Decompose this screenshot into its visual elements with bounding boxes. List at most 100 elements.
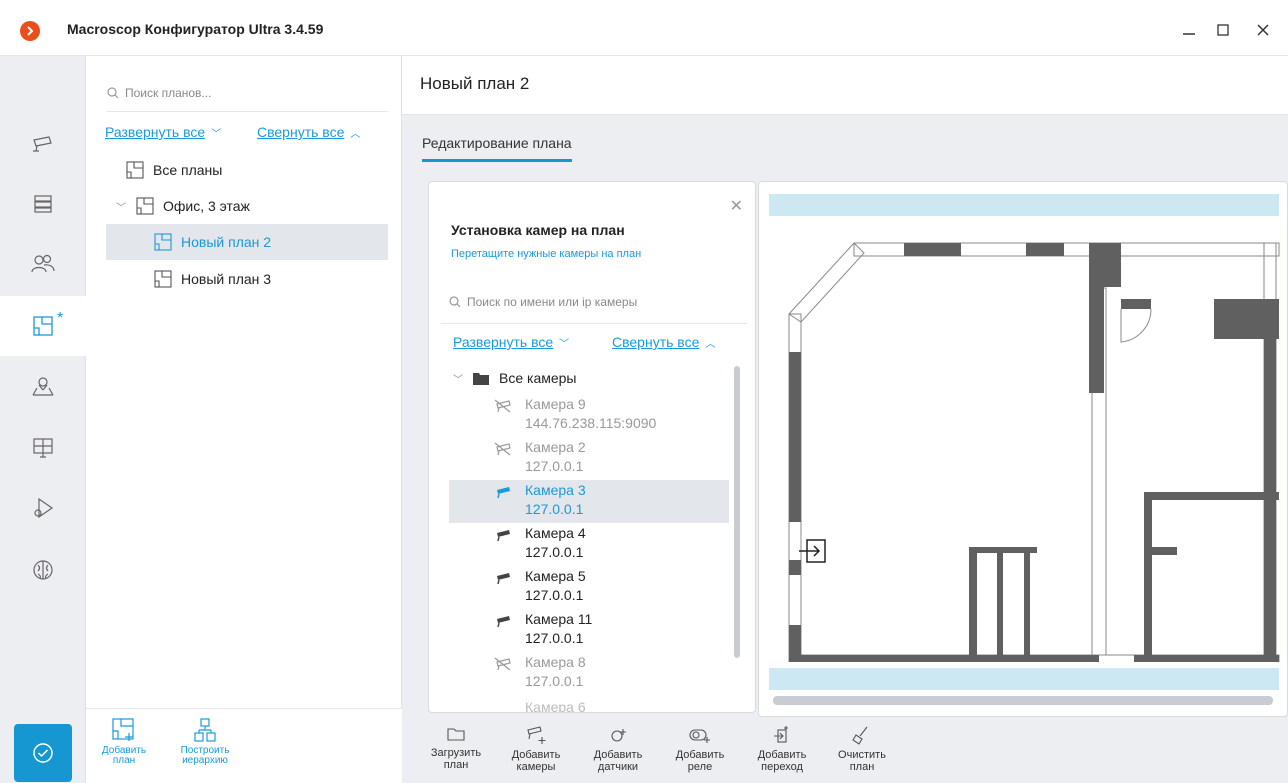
camera-icon <box>497 616 510 628</box>
add-sensors-button[interactable]: Добавить датчики <box>588 725 648 773</box>
chevron-down-icon[interactable]: ﹀ <box>453 371 463 386</box>
add-transition-label-1: Добавить <box>757 749 807 761</box>
chevron-down-icon: ﹀ <box>211 129 222 140</box>
build-hierarchy-label-2: иерархию <box>182 755 228 766</box>
tree-item-office[interactable]: ﹀ Офис, 3 этаж <box>106 188 388 224</box>
camera-name: Камера 4 <box>525 525 586 541</box>
camera-name: Камера 3 <box>525 482 586 498</box>
tree-item-plan-2[interactable]: Новый план 2 <box>106 224 388 260</box>
camera-list-item[interactable]: Камера 9 144.76.238.115:9090 <box>449 394 729 437</box>
apply-button[interactable] <box>14 724 72 782</box>
camera-address: 127.0.0.1 <box>525 673 584 689</box>
rail-layouts[interactable] <box>0 418 86 478</box>
plans-panel: Поиск планов... Развернуть все ﹀ Свернуть… <box>86 56 402 783</box>
rail-servers[interactable] <box>0 174 86 234</box>
tree-item-label: Все планы <box>153 162 223 178</box>
camera-list-scrollbar[interactable] <box>734 366 740 658</box>
plan-horizontal-scrollbar[interactable] <box>773 696 1273 705</box>
floor-plan-canvas[interactable] <box>758 181 1288 717</box>
camera-address: 144.76.238.115:9090 <box>525 415 657 431</box>
monitor-layout-icon <box>33 438 53 458</box>
camera-list-item[interactable]: Камера 4 127.0.0.1 <box>449 523 729 566</box>
camera-list-item[interactable]: Камера 5 127.0.0.1 <box>449 566 729 609</box>
plan-bottom-bar <box>769 668 1279 690</box>
hierarchy-icon <box>194 718 216 742</box>
add-cameras-label-1: Добавить <box>511 749 561 761</box>
camera-settings-icon <box>34 497 54 519</box>
camera-list-item-partial[interactable]: Камера 6 <box>449 695 729 713</box>
close-button[interactable] <box>1251 18 1275 42</box>
rail-maps[interactable] <box>0 356 86 416</box>
camera-icon <box>497 530 510 542</box>
camera-icon <box>497 573 510 585</box>
camera-collapse-all-link[interactable]: Свернуть все <box>612 334 699 350</box>
tab-edit-plan[interactable]: Редактирование плана <box>422 135 572 162</box>
load-plan-button[interactable]: Загрузить план <box>426 725 486 771</box>
add-cameras-button[interactable]: Добавить камеры <box>506 725 566 773</box>
camera-address: 127.0.0.1 <box>525 458 584 474</box>
add-sensors-label-1: Добавить <box>593 749 643 761</box>
add-transition-button[interactable]: Добавить переход <box>752 725 812 773</box>
rail-analytics[interactable] <box>0 540 86 600</box>
folder-icon <box>473 372 489 385</box>
camera-search-input[interactable]: Поиск по имени или ip камеры <box>441 280 747 324</box>
page-title: Новый план 2 <box>420 74 530 93</box>
camera-install-panel: ✕ Установка камер на план Перетащите нуж… <box>428 181 756 713</box>
plans-search-input[interactable]: Поиск планов... <box>107 74 388 112</box>
add-cameras-label-2: камеры <box>516 761 556 773</box>
build-hierarchy-button[interactable]: Построить иерархию <box>174 717 236 766</box>
clear-plan-button[interactable]: Очистить план <box>832 725 892 773</box>
camera-list-item-selected[interactable]: Камера 3 127.0.0.1 <box>449 480 729 523</box>
rail-plans[interactable]: * <box>0 296 86 356</box>
tree-item-label: Новый план 3 <box>181 271 272 287</box>
add-sensors-label-2: датчики <box>597 761 639 773</box>
camera-tree-root[interactable]: ﹀ Все камеры <box>453 370 577 386</box>
camera-name: Камера 5 <box>525 568 586 584</box>
add-relay-label-1: Добавить <box>675 749 725 761</box>
chevron-down-icon[interactable]: ﹀ <box>116 199 126 214</box>
tree-item-all-plans[interactable]: Все планы <box>106 152 388 188</box>
camera-icon <box>33 136 52 152</box>
rail-camera-settings[interactable] <box>0 478 86 538</box>
chevron-up-icon: ︿ <box>705 339 716 350</box>
rail-cameras[interactable] <box>0 114 86 174</box>
nav-rail: * <box>0 56 86 783</box>
camera-icon <box>497 487 510 499</box>
unsaved-badge: * <box>57 310 64 327</box>
camera-expand-all-link[interactable]: Развернуть все <box>453 334 553 350</box>
camera-name: Камера 9 <box>525 396 586 412</box>
search-icon <box>449 295 461 307</box>
add-transition-label-2: переход <box>761 761 803 773</box>
camera-list-item[interactable]: Камера 8 127.0.0.1 <box>449 652 729 695</box>
camera-list-item[interactable]: Камера 11 127.0.0.1 <box>449 609 729 652</box>
collapse-all-link[interactable]: Свернуть все <box>257 124 344 140</box>
close-icon[interactable]: ✕ <box>730 196 743 216</box>
camera-icon <box>494 657 511 671</box>
clear-plan-label-1: Очистить <box>838 749 886 761</box>
maximize-button[interactable] <box>1211 18 1235 42</box>
add-relay-button[interactable]: Добавить реле <box>670 725 730 773</box>
camera-list-item[interactable]: Камера 2 127.0.0.1 <box>449 437 729 480</box>
brain-icon <box>33 560 53 580</box>
rail-users[interactable] <box>0 234 86 294</box>
users-icon <box>31 254 55 273</box>
add-relay-label-2: реле <box>687 761 713 773</box>
relay-icon <box>689 729 710 743</box>
camera-address: 127.0.0.1 <box>525 630 584 646</box>
camera-icon <box>494 442 511 456</box>
tree-item-plan-3[interactable]: Новый план 3 <box>106 261 388 297</box>
tree-item-label: Новый план 2 <box>181 234 272 250</box>
chevron-up-icon: ︿ <box>350 129 361 140</box>
plan-icon <box>126 161 144 179</box>
camera-address: 127.0.0.1 <box>525 544 584 560</box>
window-title: Macroscop Конфигуратор Ultra 3.4.59 <box>67 21 324 37</box>
camera-address: 127.0.0.1 <box>525 501 584 517</box>
camera-tree-root-label: Все камеры <box>499 370 577 386</box>
minimize-button[interactable] <box>1177 18 1201 42</box>
add-plan-icon <box>112 718 134 741</box>
expand-all-link[interactable]: Развернуть все <box>105 124 205 140</box>
camera-name: Камера 6 <box>525 699 586 713</box>
camera-name: Камера 8 <box>525 654 586 670</box>
chevron-down-icon: ﹀ <box>559 339 570 350</box>
add-plan-button[interactable]: Добавить план <box>100 717 148 766</box>
